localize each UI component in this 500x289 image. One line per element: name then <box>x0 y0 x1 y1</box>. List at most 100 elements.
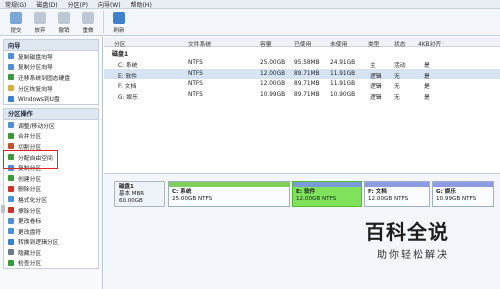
recovery-icon <box>8 85 14 92</box>
table-cell: 10.90GB <box>330 91 356 98</box>
label-icon <box>8 217 14 224</box>
col-partition[interactable]: 分区 <box>114 39 126 48</box>
table-cell: 89.71MB <box>294 91 320 98</box>
table-disk-row[interactable]: 磁盘1 <box>104 49 500 58</box>
ops-item-label: 转换到逻辑分区 <box>18 240 59 247</box>
ops-item[interactable]: 调整/移动分区 <box>4 120 98 131</box>
ops-item[interactable]: 格式化分区 <box>4 194 98 205</box>
ops-item-label: 创建分区 <box>18 176 42 183</box>
table-cell: 11.91GB <box>330 81 356 87</box>
table-cell: 24.91GB <box>330 60 356 66</box>
disk-label[interactable]: 磁盘1 基本 MBR 60.00GB <box>114 181 165 207</box>
usage-bar <box>169 182 289 187</box>
partition-block-g[interactable]: G: 娱乐 10.99GB NTFS <box>432 181 494 207</box>
disk-type: 基本 MBR <box>119 191 145 197</box>
partition-table: 分区 文件系统 容量 已使用 未使用 类型 状态 4KB对齐 磁盘1 C: 系统… <box>104 37 500 173</box>
table-cell: 是 <box>424 94 430 101</box>
table-header: 分区 文件系统 容量 已使用 未使用 类型 状态 4KB对齐 <box>104 37 500 48</box>
col-4k-align[interactable]: 4KB对齐 <box>418 39 441 48</box>
wizard-item[interactable]: 复制分区向导 <box>4 62 98 73</box>
ops-item[interactable]: 删除分区 <box>4 184 98 195</box>
delete-icon <box>8 185 14 192</box>
wizard-item[interactable]: 迁移系统到固态硬盘 <box>4 72 98 83</box>
table-cell: 10.99GB <box>260 91 286 98</box>
wizard-item[interactable]: Windows到U盘 <box>4 93 98 104</box>
toolbar-divider <box>103 11 104 33</box>
table-cell: 无 <box>394 94 400 101</box>
ops-item[interactable]: 检查分区 <box>4 258 98 269</box>
usage-bar <box>365 182 429 187</box>
create-icon <box>8 175 14 182</box>
toolbar: 提交 放弃 撤销 重做 刷新 <box>0 9 500 36</box>
discard-icon <box>34 12 46 24</box>
wizard-item-label: 复制磁盘向导 <box>18 54 53 61</box>
commit-button[interactable]: 提交 <box>4 9 28 35</box>
table-cell: 89.71MB <box>294 81 320 87</box>
wizard-section: 向导 复制磁盘向导 复制分区向导迁移系统到固态硬盘 分区恢复向导 Windows到U盘 <box>3 39 99 105</box>
resize-icon <box>8 122 14 129</box>
copy-disk-icon <box>8 53 14 60</box>
partition-block-f[interactable]: F: 文档 12.00GB NTFS <box>364 181 430 207</box>
col-status[interactable]: 状态 <box>394 39 406 48</box>
windows-usb-icon <box>8 95 14 102</box>
wizard-item-label: 迁移系统到固态硬盘 <box>18 75 71 82</box>
undo-button[interactable]: 撤销 <box>52 9 76 35</box>
ops-item-label: 更改盘符 <box>18 229 42 236</box>
table-cell: 逻辑 <box>370 94 382 101</box>
menu-partition[interactable]: 分区(P) <box>63 0 93 9</box>
table-cell: 95.58MB <box>294 60 320 66</box>
partition-block-e[interactable]: E: 软件 12.00GB NTFS <box>292 181 362 207</box>
table-row[interactable]: C: 系统 NTFS 25.00GB 95.58MB 24.91GB 主活动是 <box>104 58 500 69</box>
convert-icon <box>8 238 14 245</box>
partition-ops-title: 分区操作 <box>4 108 98 120</box>
ops-item[interactable]: 擦除分区 <box>4 205 98 216</box>
ops-item-label: 更改卷标 <box>18 219 42 226</box>
format-icon <box>8 196 14 203</box>
table-row[interactable]: E: 软件 NTFS 12.00GB 89.71MB 11.91GB 逻辑无是 <box>104 68 500 80</box>
refresh-button[interactable]: 刷新 <box>107 9 131 35</box>
refresh-icon <box>113 12 125 24</box>
redo-button[interactable]: 重做 <box>76 9 100 35</box>
wizard-item-label: 复制分区向导 <box>18 65 53 72</box>
wipe-icon <box>8 207 14 214</box>
wizard-item[interactable]: 分区恢复向导 <box>4 83 98 94</box>
menu-disk[interactable]: 磁盘(D) <box>31 0 62 9</box>
undo-icon <box>58 12 70 24</box>
split-icon <box>8 143 14 150</box>
ops-item[interactable]: 隐藏分区 <box>4 247 98 258</box>
ops-item-label: 检查分区 <box>18 261 42 268</box>
wizard-item[interactable]: 复制磁盘向导 <box>4 51 98 62</box>
ops-item[interactable]: 合并分区 <box>4 131 98 142</box>
ops-item[interactable]: 转换到逻辑分区 <box>4 237 98 248</box>
menu-bar: 常规(G) 磁盘(D) 分区(P) 向导(W) 帮助(H) <box>0 0 500 9</box>
ops-item-label: 合并分区 <box>18 134 42 141</box>
ops-item[interactable]: 更改盘符 <box>4 226 98 237</box>
discard-button[interactable]: 放弃 <box>28 9 52 35</box>
ops-item[interactable]: 更改卷标 <box>4 215 98 226</box>
ops-item-label: 隐藏分区 <box>18 250 42 257</box>
wizard-item-label: 分区恢复向导 <box>18 86 53 93</box>
col-capacity[interactable]: 容量 <box>260 39 272 48</box>
menu-wizard[interactable]: 向导(W) <box>93 0 126 9</box>
menu-help[interactable]: 帮助(H) <box>126 0 157 9</box>
migrate-icon <box>8 74 14 81</box>
table-cell: NTFS <box>188 91 203 98</box>
ops-item[interactable]: 创建分区 <box>4 173 98 184</box>
highlight-merge-box <box>3 150 58 169</box>
ops-item-label: 格式化分区 <box>18 197 47 204</box>
usage-bar <box>293 182 361 187</box>
menu-general[interactable]: 常规(G) <box>0 0 31 9</box>
wizard-section-title: 向导 <box>4 40 98 51</box>
partition-block-c[interactable]: C: 系统 25.00GB NTFS <box>168 181 290 207</box>
table-cell: 25.00GB <box>260 60 286 66</box>
col-filesystem[interactable]: 文件系统 <box>188 39 211 48</box>
table-row[interactable]: G: 娱乐 NTFS 10.99GB 89.71MB 10.90GB 逻辑 无 是 <box>104 90 500 101</box>
drive-letter-icon <box>8 228 14 235</box>
hide-icon <box>8 249 14 256</box>
table-cell: 12.00GB <box>260 70 286 77</box>
table-cell: 12.00GB <box>260 81 286 87</box>
col-used[interactable]: 已使用 <box>294 39 311 48</box>
col-free[interactable]: 未使用 <box>330 39 347 48</box>
col-type[interactable]: 类型 <box>368 39 380 48</box>
table-row[interactable]: F: 文档 NTFS 12.00GB 89.71MB 11.91GB 逻辑无是 <box>104 79 500 90</box>
